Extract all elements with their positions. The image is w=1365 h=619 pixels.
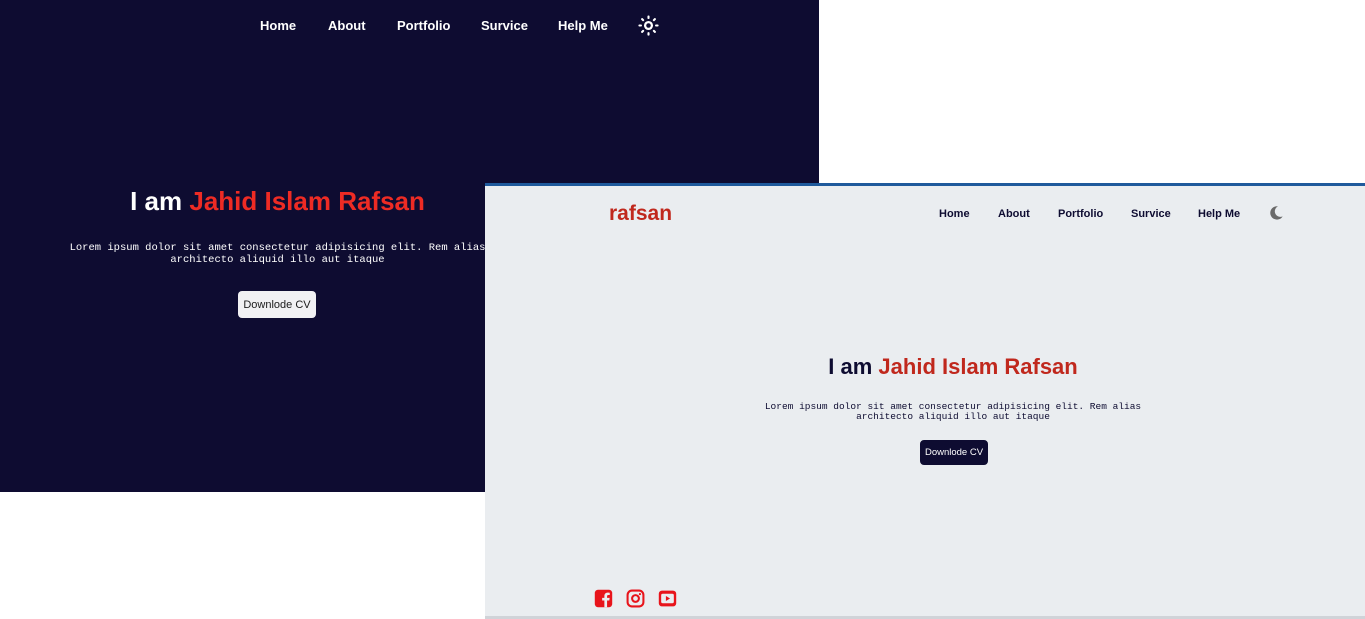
hero-description-line: Lorem ipsum dolor sit amet consectetur a…: [69, 242, 486, 254]
sun-icon[interactable]: [638, 15, 659, 36]
nav-portfolio-link[interactable]: Portfolio: [1058, 208, 1103, 220]
hero-intro: I am: [130, 186, 183, 216]
nav-service-link[interactable]: Survice: [1131, 208, 1171, 220]
moon-icon[interactable]: [1268, 205, 1284, 221]
hero-name: Jahid Islam Rafsan: [189, 186, 425, 216]
hero-title: I am Jahid Islam Rafsan: [703, 354, 1203, 380]
hero-description: Lorem ipsum dolor sit amet consectetur a…: [703, 402, 1203, 422]
nav-home-link[interactable]: Home: [260, 18, 296, 33]
nav-portfolio-link[interactable]: Portfolio: [397, 18, 450, 33]
site-logo[interactable]: rafsan: [609, 202, 672, 226]
hero-description-line: architecto aliquid illo aut itaque: [170, 254, 385, 266]
nav-about-link[interactable]: About: [998, 208, 1030, 220]
nav-service-link[interactable]: Survice: [481, 18, 528, 33]
hero-description: Lorem ipsum dolor sit amet consectetur a…: [0, 242, 555, 266]
instagram-icon[interactable]: [626, 589, 645, 608]
download-cv-button[interactable]: Downlode CV: [238, 291, 316, 318]
nav-help-link[interactable]: Help Me: [558, 18, 608, 33]
facebook-icon[interactable]: [594, 589, 613, 608]
light-theme-page: rafsan Home About Portfolio Survice Help…: [485, 183, 1365, 619]
nav-about-link[interactable]: About: [328, 18, 366, 33]
hero-name: Jahid Islam Rafsan: [878, 354, 1078, 379]
nav-home-link[interactable]: Home: [939, 208, 970, 220]
nav-help-link[interactable]: Help Me: [1198, 208, 1240, 220]
download-cv-button[interactable]: Downlode CV: [920, 440, 988, 465]
hero-description-line: architecto aliquid illo aut itaque: [856, 411, 1050, 422]
hero-title: I am Jahid Islam Rafsan: [0, 186, 555, 217]
hero-intro: I am: [828, 354, 873, 379]
youtube-icon[interactable]: [658, 589, 677, 608]
